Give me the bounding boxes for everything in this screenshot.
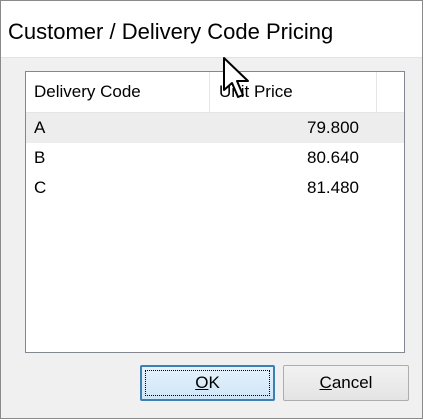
window-title: Customer / Delivery Code Pricing xyxy=(8,19,334,44)
list-row[interactable]: A 79.800 xyxy=(26,113,404,143)
title-bar: Customer / Delivery Code Pricing xyxy=(1,1,422,58)
list-row[interactable]: C 81.480 xyxy=(26,173,404,203)
unit-price-cell: 79.800 xyxy=(307,118,359,137)
column-divider[interactable] xyxy=(209,72,210,112)
ok-button[interactable]: OK xyxy=(140,365,275,401)
list-row[interactable]: B 80.640 xyxy=(26,143,404,173)
unit-price-cell: 81.480 xyxy=(307,178,359,197)
delivery-code-cell: C xyxy=(34,178,47,197)
list-body: A 79.800 B 80.640 C 81.480 xyxy=(26,113,404,203)
delivery-code-cell: A xyxy=(34,118,46,137)
focus-rectangle xyxy=(145,370,270,396)
cancel-button[interactable]: Cancel xyxy=(283,365,409,401)
cancel-label-rest: ancel xyxy=(331,373,373,392)
pricing-dialog: Customer / Delivery Code Pricing Deliver… xyxy=(0,0,423,419)
mouse-pointer-icon xyxy=(223,57,249,98)
column-header-delivery-code[interactable]: Delivery Code xyxy=(34,72,141,112)
cancel-mnemonic: C xyxy=(319,373,332,392)
delivery-code-cell: B xyxy=(34,148,46,167)
column-divider[interactable] xyxy=(376,72,377,112)
pricing-list[interactable]: Delivery Code Unit Price A 79.800 B 80.6… xyxy=(25,71,405,353)
list-header: Delivery Code Unit Price xyxy=(26,72,404,113)
unit-price-cell: 80.640 xyxy=(307,148,359,167)
